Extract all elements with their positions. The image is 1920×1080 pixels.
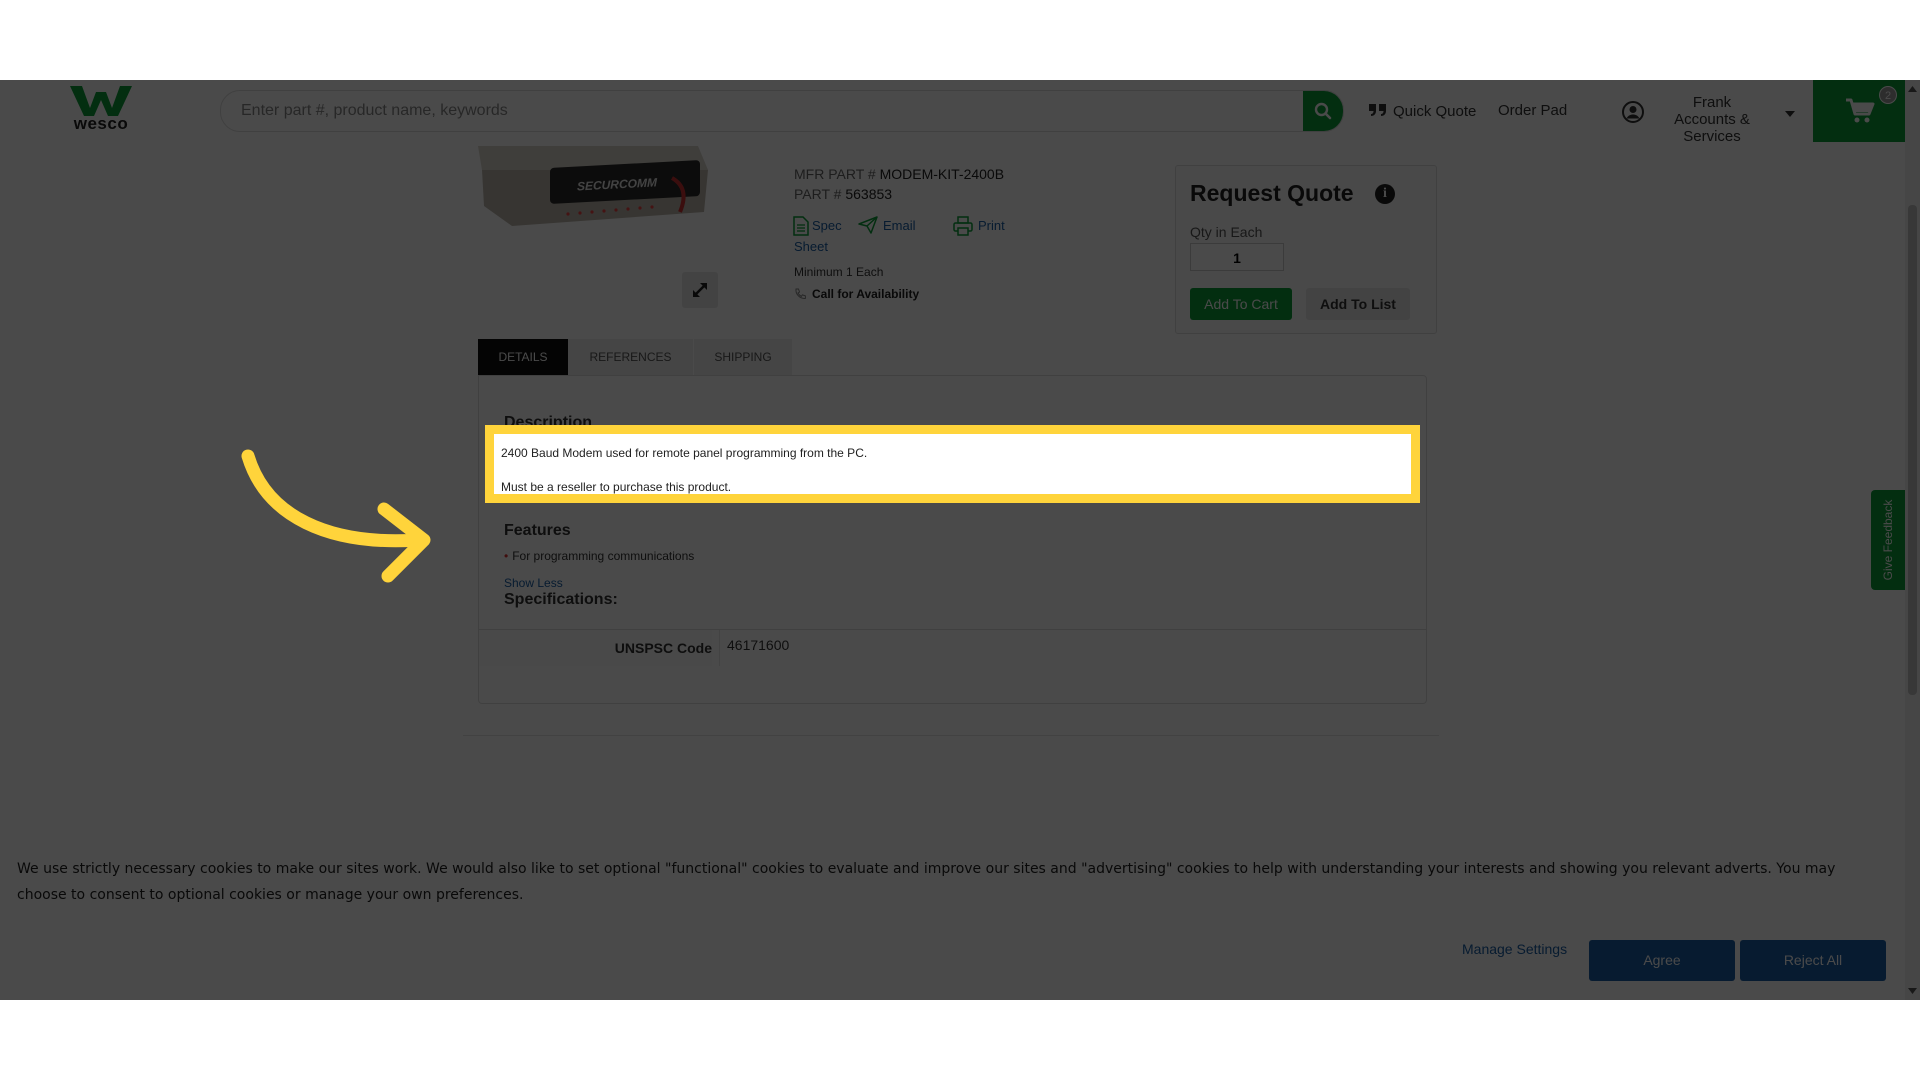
feature-text: For programming communications (512, 549, 695, 563)
part-label: PART # (794, 186, 842, 202)
mfr-part-label: MFR PART # (794, 166, 876, 182)
order-pad-link[interactable]: Order Pad (1498, 102, 1567, 119)
mfr-part-number: MODEM-KIT-2400B (879, 166, 1005, 182)
browser-viewport: wesco Quick Quote Order Pad (0, 80, 1905, 1000)
give-feedback-tab[interactable]: Give Feedback (1871, 490, 1905, 590)
tab-details[interactable]: DETAILS (478, 339, 568, 375)
manage-settings-link[interactable]: Manage Settings (1462, 941, 1567, 957)
wesco-logo[interactable]: wesco (66, 86, 136, 136)
print-label: Print (978, 218, 1005, 233)
scrollbar[interactable] (1905, 80, 1920, 1000)
availability-row: Call for Availability (794, 287, 919, 301)
quick-quote-label: Quick Quote (1393, 103, 1477, 120)
feedback-label: Give Feedback (1881, 499, 1895, 581)
show-less-link[interactable]: Show Less (504, 576, 563, 590)
request-quote-title: Request Quote (1190, 180, 1354, 206)
email-label: Email (883, 218, 916, 233)
cart-icon (1846, 98, 1875, 123)
features-title: Features (504, 522, 571, 539)
account-user: Frank (1692, 94, 1732, 111)
modem-image: SECURCOMM (478, 146, 708, 226)
spec-label: UNSPSC Code (479, 630, 712, 666)
bullet-icon: • (504, 549, 509, 563)
account-sub: Accounts & Services (1674, 111, 1750, 145)
qty-input[interactable]: 1 (1190, 243, 1284, 271)
part-number: 563853 (845, 186, 893, 202)
print-icon (953, 216, 973, 236)
search-bar (220, 90, 1344, 132)
spec-sheet-label-1: Spec (812, 218, 842, 233)
search-icon (1314, 102, 1332, 120)
tab-shipping[interactable]: SHIPPING (694, 339, 792, 375)
qty-label: Qty in Each (1190, 224, 1263, 240)
scrollbar-overlay (1905, 80, 1920, 1000)
highlighted-description-1: 2400 Baud Modem used for remote panel pr… (501, 446, 868, 460)
info-icon[interactable]: i (1375, 184, 1395, 204)
divider (463, 735, 1439, 736)
add-to-list-button[interactable]: Add To List (1306, 288, 1410, 320)
expand-icon (693, 283, 707, 297)
product-image[interactable]: SECURCOMM (472, 142, 712, 238)
feature-item: • For programming communications (504, 549, 694, 563)
highlighted-description-2: Must be a reseller to purchase this prod… (501, 480, 732, 494)
agree-button[interactable]: Agree (1589, 940, 1735, 981)
cart-count-badge: 2 (1879, 86, 1897, 104)
account-menu[interactable]: Frank Accounts & Services (1622, 94, 1800, 145)
mfr-part-row: MFR PART # MODEM-KIT-2400B (794, 166, 1004, 182)
user-icon (1622, 101, 1644, 123)
document-icon (793, 216, 809, 236)
tab-references[interactable]: REFERENCES (568, 339, 693, 375)
divider (719, 630, 720, 666)
wesco-logo-mark (70, 86, 132, 116)
part-row: PART # 563853 (794, 186, 892, 202)
cart-button[interactable]: 2 (1813, 80, 1905, 142)
logo-text: wesco (73, 114, 129, 133)
reject-all-button[interactable]: Reject All (1740, 940, 1886, 981)
minimum-qty: Minimum 1 Each (794, 265, 884, 279)
spec-value: 46171600 (727, 637, 790, 653)
quick-quote-link[interactable]: Quick Quote (1368, 102, 1476, 120)
chevron-down-icon (1785, 111, 1795, 117)
cookie-text: We use strictly necessary cookies to mak… (17, 861, 1836, 903)
arrow-annotation (241, 449, 431, 583)
request-quote-box: Request Quote i Qty in Each 1 Add To Car… (1175, 165, 1437, 334)
specifications-title: Specifications: (504, 591, 618, 608)
account-name: Frank Accounts & Services (1652, 94, 1772, 145)
highlight-box: 2400 Baud Modem used for remote panel pr… (485, 425, 1420, 503)
spec-sheet-label-2: Sheet (794, 239, 828, 254)
expand-image-button[interactable] (682, 272, 718, 308)
add-to-cart-button[interactable]: Add To Cart (1190, 288, 1292, 320)
search-input[interactable] (239, 91, 1283, 131)
availability-text: Call for Availability (812, 287, 920, 301)
phone-icon (795, 288, 806, 299)
send-icon (858, 216, 878, 234)
search-button[interactable] (1303, 91, 1343, 131)
site-header: wesco Quick Quote Order Pad (0, 80, 1905, 145)
quote-icon (1369, 104, 1386, 116)
